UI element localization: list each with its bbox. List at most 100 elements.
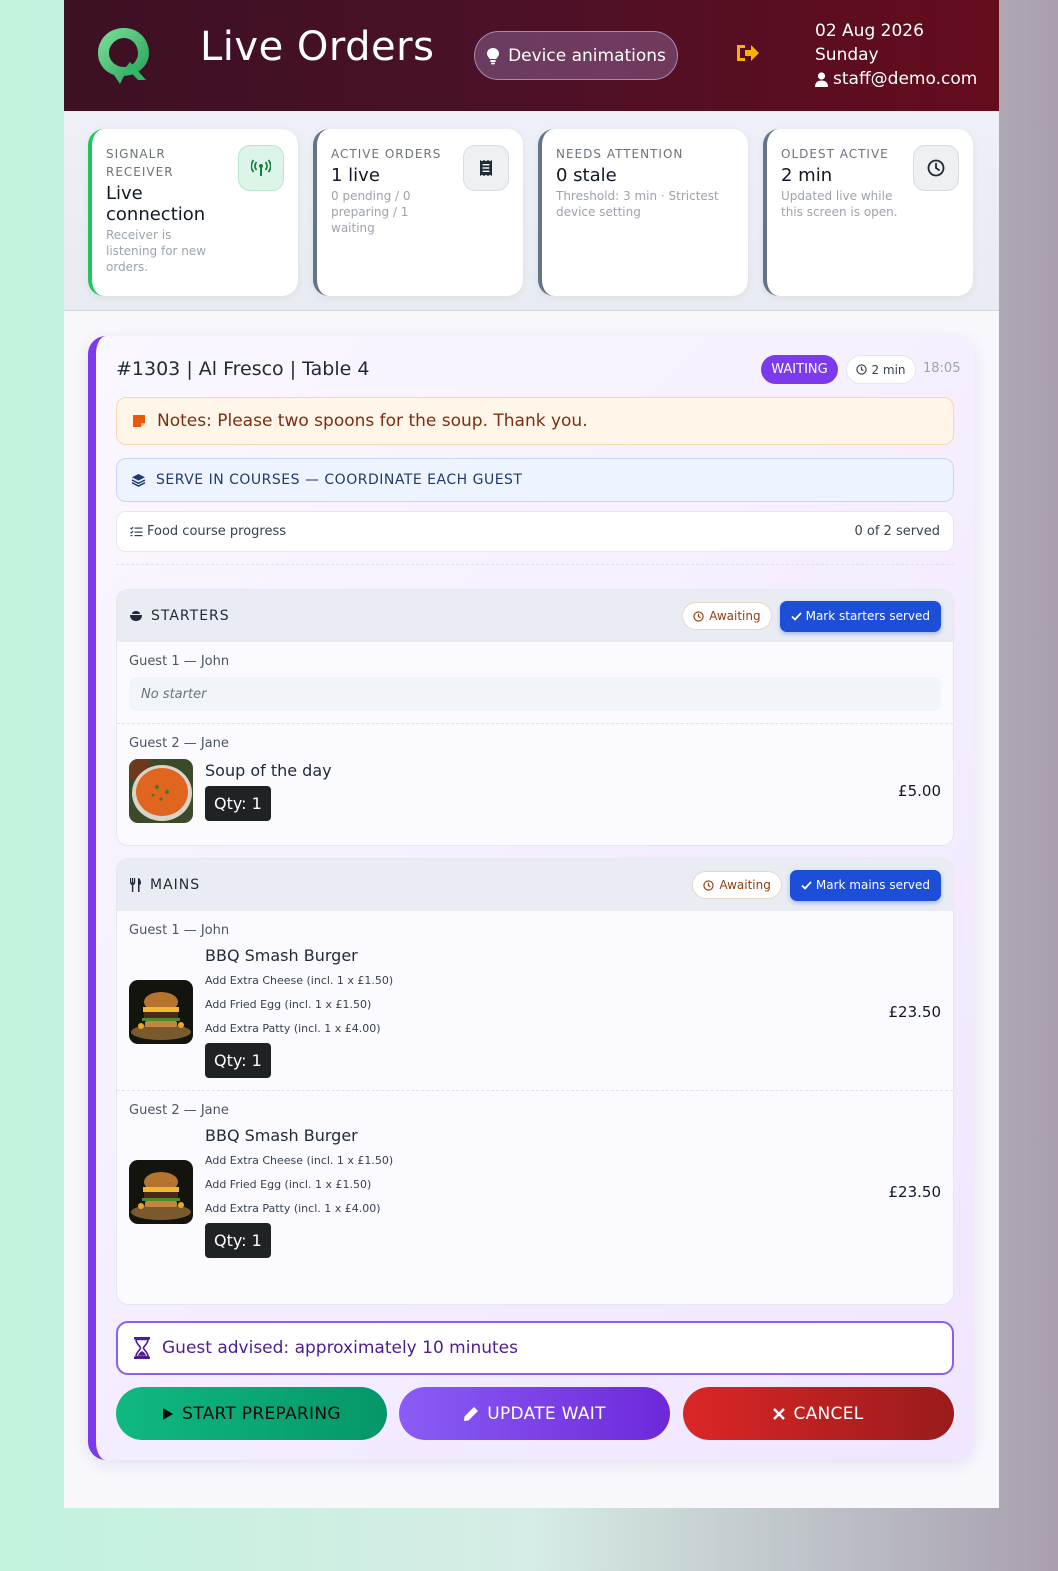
order-age: 2 min (871, 362, 906, 377)
no-starter-placeholder: No starter (129, 677, 941, 711)
stat-sub: Updated live while this screen is open. (781, 189, 898, 219)
stat-card-active-orders: ACTIVE ORDERS 1 live 0 pending / 0 prepa… (313, 129, 523, 296)
clock-icon (693, 610, 704, 622)
order-card: #1303 | Al Fresco | Table 4 WAITING 2 mi… (88, 336, 974, 1460)
app-logo (98, 28, 149, 84)
notes-text: Notes: Please two spoons for the soup. T… (157, 411, 588, 431)
utensils-icon (130, 878, 141, 892)
course-header: STARTERS Awaiting Mark starters served (117, 590, 953, 642)
progress-value: 0 of 2 served (854, 524, 940, 539)
guest-name: Guest 1 — John (129, 654, 230, 669)
item-modifier: Add Extra Cheese (incl. 1 x £1.50) (205, 974, 394, 987)
guest-advised-banner: Guest advised: approximately 10 minutes (116, 1321, 954, 1375)
course-status-pill: Awaiting (682, 602, 772, 630)
lightbulb-icon (487, 47, 500, 64)
item-qty: Qty: 1 (205, 786, 271, 821)
order-item: BBQ Smash Burger Add Extra Cheese (incl.… (129, 946, 941, 1078)
stat-icon-box (913, 145, 959, 191)
device-animations-label: Device animations (508, 45, 666, 66)
start-preparing-button[interactable]: START PREPARING (116, 1387, 387, 1440)
courses-banner: SERVE IN COURSES — COORDINATE EACH GUEST (116, 458, 954, 502)
item-price: £23.50 (888, 1003, 942, 1021)
order-title: #1303 | Al Fresco | Table 4 (116, 358, 370, 380)
top-header: Live Orders Device animations 02 Aug 202… (64, 0, 999, 111)
bowl-icon (130, 611, 142, 621)
stats-bar: SIGNALR RECEIVER Live connection Receive… (64, 111, 999, 311)
update-wait-label: UPDATE WAIT (487, 1403, 606, 1424)
page-title: Live Orders (200, 24, 435, 70)
layers-icon (131, 474, 146, 487)
guest-row: Guest 1 — John No starter (117, 642, 953, 724)
device-animations-button[interactable]: Device animations (474, 31, 678, 80)
header-date: 02 Aug 2026 (815, 21, 924, 41)
order-notes: Notes: Please two spoons for the soup. T… (116, 397, 954, 445)
header-weekday: Sunday (815, 45, 879, 65)
check-icon (790, 611, 802, 621)
guest-advised-text: Guest advised: approximately 10 minutes (162, 1338, 518, 1358)
burger-image (129, 1160, 193, 1224)
user-email: staff@demo.com (833, 69, 978, 89)
stat-label: OLDEST ACTIVE (781, 147, 889, 161)
stat-icon-box (238, 145, 284, 191)
stat-card-oldest-active: OLDEST ACTIVE 2 min Updated live while t… (763, 129, 973, 296)
guest-name: Guest 2 — Jane (129, 736, 229, 751)
burger-image (129, 980, 193, 1044)
course-section-mains: MAINS Awaiting Mark mains served Guest 1… (116, 858, 954, 1305)
item-modifier: Add Fried Egg (incl. 1 x £1.50) (205, 998, 372, 1011)
stat-value: 0 stale (556, 165, 617, 186)
stat-sub: Threshold: 3 min · Strictest device sett… (556, 189, 719, 219)
pencil-icon (464, 1406, 479, 1421)
receipt-icon (480, 160, 492, 176)
soup-image (129, 759, 193, 823)
item-qty: Qty: 1 (205, 1043, 271, 1078)
progress-label: Food course progress (147, 524, 287, 539)
cancel-label: CANCEL (793, 1403, 864, 1424)
app-window: Live Orders Device animations 02 Aug 202… (64, 0, 999, 1508)
logout-icon[interactable] (734, 40, 760, 66)
guest-name: Guest 2 — Jane (129, 1103, 229, 1118)
course-header: MAINS Awaiting Mark mains served (117, 859, 953, 911)
sticky-note-icon (133, 415, 145, 427)
start-preparing-label: START PREPARING (182, 1403, 341, 1424)
item-name: BBQ Smash Burger (205, 1126, 358, 1145)
hourglass-icon (134, 1337, 150, 1359)
user-icon (815, 71, 828, 87)
mark-starters-served-button[interactable]: Mark starters served (779, 600, 941, 632)
stat-sub: 0 pending / 0 preparing / 1 waiting (331, 189, 411, 235)
guest-name: Guest 1 — John (129, 923, 230, 938)
clock-icon (927, 159, 945, 177)
item-modifier: Add Fried Egg (incl. 1 x £1.50) (205, 1178, 372, 1191)
update-wait-button[interactable]: UPDATE WAIT (399, 1387, 670, 1440)
item-price: £5.00 (898, 782, 941, 800)
item-name: Soup of the day (205, 761, 332, 780)
item-modifier: Add Extra Patty (incl. 1 x £4.00) (205, 1202, 381, 1215)
close-icon (773, 1407, 786, 1420)
item-modifier: Add Extra Cheese (incl. 1 x £1.50) (205, 1154, 394, 1167)
clock-icon (856, 364, 868, 375)
cancel-button[interactable]: CANCEL (683, 1387, 954, 1440)
item-qty: Qty: 1 (205, 1223, 271, 1258)
order-item: Soup of the day Qty: 1 £5.00 (129, 759, 941, 823)
stat-label: SIGNALR RECEIVER (106, 147, 174, 179)
guest-row: Guest 2 — Jane BBQ Smash Burger Add Extr… (117, 1091, 953, 1270)
stat-card-needs-attention: NEEDS ATTENTION 0 stale Threshold: 3 min… (538, 129, 748, 296)
course-name: STARTERS (151, 608, 230, 624)
course-status: Awaiting (709, 609, 761, 623)
course-name: MAINS (150, 877, 201, 893)
course-section-starters: STARTERS Awaiting Mark starters served G… (116, 589, 954, 846)
status-badge: WAITING (761, 355, 838, 384)
stat-card-signalr: SIGNALR RECEIVER Live connection Receive… (88, 129, 298, 296)
stat-label: NEEDS ATTENTION (556, 147, 684, 161)
item-modifier: Add Extra Patty (incl. 1 x £4.00) (205, 1022, 381, 1035)
courses-banner-text: SERVE IN COURSES — COORDINATE EACH GUEST (156, 472, 523, 488)
guest-row: Guest 1 — John BBQ Smash Burger Add Extr… (117, 911, 953, 1091)
course-progress: Food course progress 0 of 2 served (116, 511, 954, 552)
header-info: 02 Aug 2026 Sunday staff@demo.com (815, 19, 977, 91)
mark-mains-served-button[interactable]: Mark mains served (789, 869, 941, 901)
check-icon (801, 880, 812, 890)
stat-icon-box (463, 145, 509, 191)
course-status-pill: Awaiting (692, 871, 782, 899)
stat-value: Live connection (106, 183, 206, 225)
mark-served-label: Mark starters served (805, 609, 930, 623)
guest-row: Guest 2 — Jane Soup of the day Qty: 1 £5… (117, 724, 953, 835)
